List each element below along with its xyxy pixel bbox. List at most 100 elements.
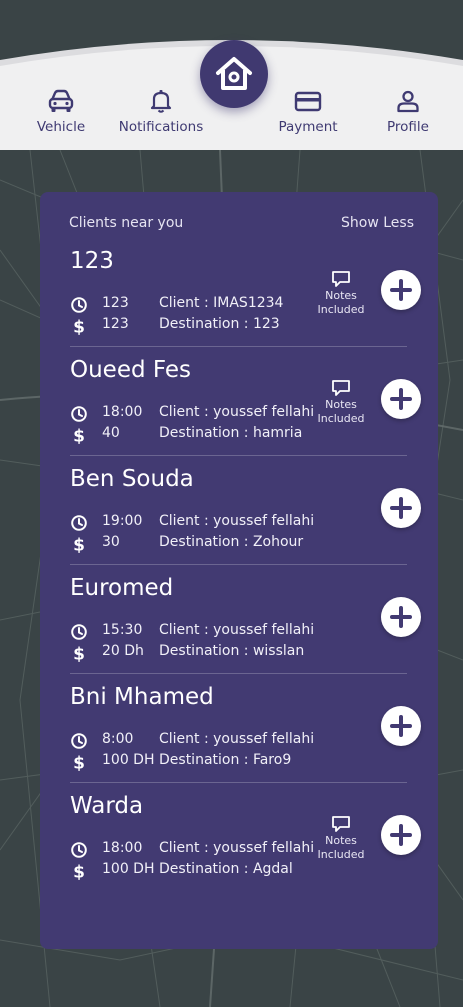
panel-title: Clients near you bbox=[69, 215, 184, 231]
nav-payment[interactable]: Payment bbox=[258, 88, 358, 135]
ride-time: 18:00 bbox=[102, 404, 143, 420]
svg-text:$: $ bbox=[73, 863, 85, 881]
clock-icon bbox=[71, 515, 87, 531]
svg-text:$: $ bbox=[73, 536, 85, 554]
divider bbox=[70, 673, 407, 674]
ride-client: Client : youssef fellahi bbox=[159, 513, 315, 529]
nav-profile-label: Profile bbox=[387, 119, 429, 135]
ride-time: 123 bbox=[102, 295, 129, 311]
ride-client: Client : youssef fellahi bbox=[159, 622, 315, 638]
svg-text:$: $ bbox=[73, 754, 85, 772]
dollar-icon: $ bbox=[73, 318, 85, 336]
clock-icon bbox=[71, 842, 87, 858]
ride-card: 123 123 Client : IMAS1234 $123 Destination :… bbox=[70, 245, 421, 354]
panel-header: Clients near you Show Less bbox=[69, 215, 414, 231]
plus-icon bbox=[390, 606, 412, 628]
dollar-icon: $ bbox=[73, 863, 85, 881]
notes-included-badge: Notes Included bbox=[315, 270, 367, 317]
divider bbox=[70, 782, 407, 783]
ride-destination: Destination : Zohour bbox=[159, 534, 304, 550]
ride-destination: Destination : Faro9 bbox=[159, 752, 292, 768]
bell-icon bbox=[150, 90, 172, 113]
included-label: Included bbox=[317, 303, 365, 316]
ride-client: Client : youssef fellahi bbox=[159, 840, 315, 856]
accept-ride-button[interactable] bbox=[381, 488, 421, 528]
credit-card-icon bbox=[294, 91, 322, 112]
svg-text:$: $ bbox=[73, 318, 85, 336]
accept-ride-button[interactable] bbox=[381, 597, 421, 637]
ride-card: Warda 18:00 Client : youssef fellahi $100 D… bbox=[70, 790, 421, 899]
ride-name: Euromed bbox=[70, 575, 174, 601]
ride-destination: Destination : 123 bbox=[159, 316, 280, 332]
included-label: Included bbox=[317, 848, 365, 861]
nav-profile[interactable]: Profile bbox=[358, 88, 458, 135]
ride-name: Bni Mhamed bbox=[70, 684, 214, 710]
ride-time: 19:00 bbox=[102, 513, 143, 529]
divider bbox=[70, 564, 407, 565]
ride-card: Ben Souda 19:00 Client : youssef fellahi $3… bbox=[70, 463, 421, 572]
plus-icon bbox=[390, 388, 412, 410]
comment-icon bbox=[332, 816, 350, 832]
plus-icon bbox=[390, 824, 412, 846]
divider bbox=[70, 346, 407, 347]
svg-text:$: $ bbox=[73, 645, 85, 663]
dollar-icon: $ bbox=[73, 536, 85, 554]
home-icon bbox=[216, 57, 252, 90]
ride-name: Ben Souda bbox=[70, 466, 194, 492]
nav-payment-label: Payment bbox=[278, 119, 338, 135]
ride-time: 18:00 bbox=[102, 840, 143, 856]
accept-ride-button[interactable] bbox=[381, 379, 421, 419]
accept-ride-button[interactable] bbox=[381, 706, 421, 746]
notes-included-badge: Notes Included bbox=[315, 815, 367, 862]
ride-price: 100 DH bbox=[102, 861, 155, 877]
ride-time: 15:30 bbox=[102, 622, 143, 638]
accept-ride-button[interactable] bbox=[381, 815, 421, 855]
notes-included-badge: Notes Included bbox=[315, 379, 367, 426]
plus-icon bbox=[390, 279, 412, 301]
dollar-icon: $ bbox=[73, 645, 85, 663]
ride-destination: Destination : hamria bbox=[159, 425, 303, 441]
included-label: Included bbox=[317, 412, 365, 425]
plus-icon bbox=[390, 497, 412, 519]
clock-icon bbox=[71, 406, 87, 422]
ride-price: 40 bbox=[102, 425, 120, 441]
user-icon bbox=[397, 90, 419, 113]
notes-label: Notes bbox=[325, 834, 357, 847]
ride-client: Client : youssef fellahi bbox=[159, 731, 315, 747]
ride-price: 20 Dh bbox=[102, 643, 144, 659]
ride-destination: Destination : wisslan bbox=[159, 643, 305, 659]
ride-card: Oueed Fes 18:00 Client : youssef fellahi $4… bbox=[70, 354, 421, 463]
clock-icon bbox=[71, 733, 87, 749]
nav-notifications[interactable]: Notifications bbox=[111, 88, 211, 135]
nav-vehicle[interactable]: Vehicle bbox=[11, 88, 111, 135]
ride-name: 123 bbox=[70, 248, 114, 274]
clients-panel: Clients near you Show Less 123 123 Client … bbox=[40, 192, 438, 949]
dollar-icon: $ bbox=[73, 427, 85, 445]
notes-label: Notes bbox=[325, 398, 357, 411]
plus-icon bbox=[390, 715, 412, 737]
ride-destination: Destination : Agdal bbox=[159, 861, 293, 877]
nav-notifications-label: Notifications bbox=[118, 119, 204, 135]
ride-price: 100 DH bbox=[102, 752, 155, 768]
ride-name: Warda bbox=[70, 793, 144, 819]
ride-client: Client : IMAS1234 bbox=[159, 295, 284, 311]
clock-icon bbox=[71, 297, 87, 313]
clock-icon bbox=[71, 624, 87, 640]
notes-label: Notes bbox=[325, 289, 357, 302]
comment-icon bbox=[332, 380, 350, 396]
divider bbox=[70, 455, 407, 456]
ride-card: Euromed 15:30 Client : youssef fellahi $20 … bbox=[70, 572, 421, 681]
car-icon bbox=[48, 89, 74, 112]
ride-time: 8:00 bbox=[102, 731, 134, 747]
ride-price: 123 bbox=[102, 316, 129, 332]
show-less-link[interactable]: Show Less bbox=[341, 215, 414, 231]
comment-icon bbox=[332, 271, 350, 287]
nav-vehicle-label: Vehicle bbox=[36, 119, 86, 135]
ride-card: Bni Mhamed 8:00 Client : youssef fellahi $1… bbox=[70, 681, 421, 790]
dollar-icon: $ bbox=[73, 754, 85, 772]
accept-ride-button[interactable] bbox=[381, 270, 421, 310]
ride-name: Oueed Fes bbox=[70, 357, 191, 383]
svg-text:$: $ bbox=[73, 427, 85, 445]
ride-client: Client : youssef fellahi bbox=[159, 404, 315, 420]
ride-price: 30 bbox=[102, 534, 120, 550]
